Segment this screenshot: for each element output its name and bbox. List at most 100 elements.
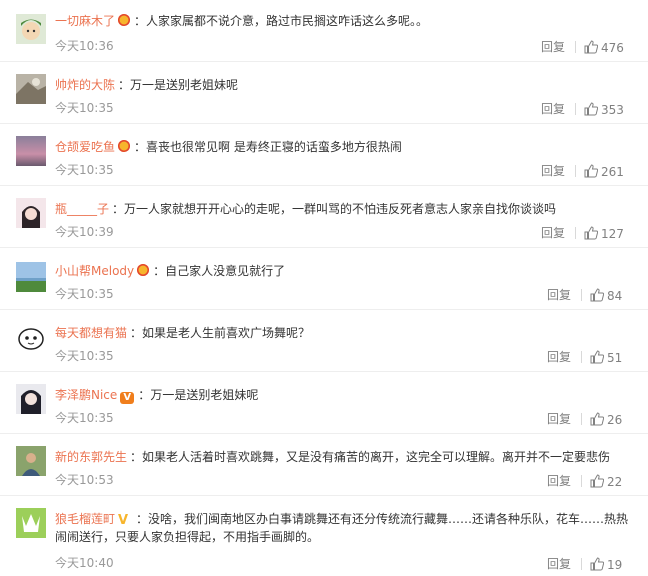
like-count: 127	[601, 227, 624, 241]
comment-time: 今天10:40	[55, 556, 114, 570]
like-count: 261	[601, 165, 624, 179]
avatar[interactable]	[16, 324, 46, 354]
like-count: 22	[607, 475, 623, 489]
thumbs-up-icon	[590, 350, 605, 364]
divider	[575, 41, 576, 53]
avatar[interactable]	[16, 508, 46, 538]
avatar[interactable]	[16, 384, 46, 414]
comment-item: 仓颉爱吃鱼 ：喜丧也很常见啊 是寿终正寝的话蛮多地方很热闹 今天10:35 回复 …	[0, 124, 648, 186]
comment-line: 每天都想有猫 ：如果是老人生前喜欢广场舞呢？	[55, 324, 638, 342]
divider	[575, 227, 576, 239]
reply-button[interactable]: 回复	[547, 474, 571, 488]
reply-button[interactable]: 回复	[541, 226, 565, 240]
username-link[interactable]: 每天都想有猫	[55, 326, 127, 340]
comment-text: 自己家人没意见就行了	[165, 264, 286, 278]
colon-separator: ：	[118, 78, 131, 92]
comment-time: 今天10:39	[55, 225, 114, 239]
colon-separator: ：	[136, 512, 149, 526]
comment-line: 一切麻木了 ：人家家属都不说介意，路过市民搁这咋话这么多呢。。	[55, 12, 638, 30]
comment-item: 小山帮Melody ：自己家人没意见就行了 今天10:35 回复 84	[0, 248, 648, 310]
username-link[interactable]: 一切麻木了	[55, 14, 115, 28]
comment-time: 今天10:35	[55, 287, 114, 301]
comment-time: 今天10:36	[55, 39, 114, 53]
thumbs-up-icon	[590, 557, 605, 571]
comment-time: 今天10:35	[55, 101, 114, 115]
avatar[interactable]	[16, 262, 46, 292]
crown-badge-icon	[137, 264, 150, 276]
thumbs-up-icon	[590, 412, 605, 426]
comment-text: 万一人家就想开开心心的走呢，一群叫骂的不怕违反死者意志人家亲自找你谈谈吗	[124, 202, 557, 216]
comment-line: 小山帮Melody ：自己家人没意见就行了	[55, 262, 638, 280]
like-button[interactable]: 22	[590, 474, 622, 489]
thumbs-up-icon	[584, 40, 599, 54]
like-button[interactable]: 26	[590, 412, 622, 427]
verified-badge-icon: V	[118, 513, 129, 528]
divider	[581, 475, 582, 487]
divider	[575, 103, 576, 115]
username-link[interactable]: 瓶_____子	[55, 202, 109, 216]
username-link[interactable]: 帅炸的大陈	[55, 78, 115, 92]
reply-button[interactable]: 回复	[541, 164, 565, 178]
colon-separator: ：	[153, 264, 166, 278]
thumbs-up-icon	[584, 226, 599, 240]
thumbs-up-icon	[584, 164, 599, 178]
comment-line: 瓶_____子 ：万一人家就想开开心心的走呢，一群叫骂的不怕违反死者意志人家亲自找…	[55, 200, 638, 218]
colon-separator: ：	[134, 14, 147, 28]
reply-button[interactable]: 回复	[541, 40, 565, 54]
like-button[interactable]: 261	[584, 164, 624, 179]
like-count: 51	[607, 351, 623, 365]
avatar[interactable]	[16, 198, 46, 228]
username-link[interactable]: 李泽鹏Nice	[55, 388, 117, 402]
comment-item: 李泽鹏Nice V ：万一是送别老姐妹呢 今天10:35 回复 26	[0, 372, 648, 434]
username-link[interactable]: 新的东郭先生	[55, 450, 127, 464]
like-button[interactable]: 127	[584, 226, 624, 241]
comment-item: 狼毛榴莲町 V ：没啥，我们闽南地区办白事请跳舞还有还分传统流行藏舞……还请各种乐队…	[0, 496, 648, 576]
comment-line: 李泽鹏Nice V ：万一是送别老姐妹呢	[55, 386, 638, 404]
comment-item: 每天都想有猫 ：如果是老人生前喜欢广场舞呢？ 今天10:35 回复 51	[0, 310, 648, 372]
comment-item: 瓶_____子 ：万一人家就想开开心心的走呢，一群叫骂的不怕违反死者意志人家亲自找…	[0, 186, 648, 248]
comment-line: 新的东郭先生 ：如果老人活着时喜欢跳舞，又是没有痛苦的离开，这完全可以理解。离开并…	[55, 448, 638, 466]
reply-button[interactable]: 回复	[547, 412, 571, 426]
colon-separator: ：	[130, 326, 143, 340]
reply-button[interactable]: 回复	[547, 350, 571, 364]
crown-badge-icon	[118, 140, 131, 152]
comment-time: 今天10:53	[55, 473, 114, 487]
like-count: 26	[607, 413, 623, 427]
crown-badge-icon	[118, 14, 131, 26]
avatar[interactable]	[16, 136, 46, 166]
divider	[581, 289, 582, 301]
like-count: 353	[601, 103, 624, 117]
comment-line: 仓颉爱吃鱼 ：喜丧也很常见啊 是寿终正寝的话蛮多地方很热闹	[55, 138, 638, 156]
thumbs-up-icon	[590, 474, 605, 488]
reply-button[interactable]: 回复	[547, 557, 571, 571]
thumbs-up-icon	[584, 102, 599, 116]
like-button[interactable]: 84	[590, 288, 622, 303]
username-link[interactable]: 仓颉爱吃鱼	[55, 140, 115, 154]
comment-text: 如果是老人生前喜欢广场舞呢？	[142, 326, 311, 340]
colon-separator: ：	[130, 450, 143, 464]
comment-text: 如果老人活着时喜欢跳舞，又是没有痛苦的离开，这完全可以理解。离开并不一定要悲伤	[142, 450, 611, 464]
colon-separator: ：	[112, 202, 125, 216]
comment-text: 喜丧也很常见啊 是寿终正寝的话蛮多地方很热闹	[146, 140, 402, 154]
avatar[interactable]	[16, 74, 46, 104]
divider	[581, 351, 582, 363]
username-link[interactable]: 小山帮Melody	[55, 264, 134, 278]
like-button[interactable]: 476	[584, 40, 624, 55]
comment-item: 一切麻木了 ：人家家属都不说介意，路过市民搁这咋话这么多呢。。 今天10:36 回…	[0, 0, 648, 62]
vip-badge-icon: V	[120, 392, 135, 404]
divider	[575, 165, 576, 177]
comment-text: 万一是送别老姐妹呢	[150, 388, 259, 402]
divider	[581, 558, 582, 570]
like-button[interactable]: 353	[584, 102, 624, 117]
reply-button[interactable]: 回复	[547, 288, 571, 302]
comment-line: 帅炸的大陈 ：万一是送别老姐妹呢	[55, 76, 638, 94]
like-button[interactable]: 19	[590, 557, 622, 572]
avatar[interactable]	[16, 446, 46, 476]
thumbs-up-icon	[590, 288, 605, 302]
reply-button[interactable]: 回复	[541, 102, 565, 116]
like-button[interactable]: 51	[590, 350, 622, 365]
avatar[interactable]	[16, 14, 46, 44]
colon-separator: ：	[138, 388, 151, 402]
username-link[interactable]: 狼毛榴莲町	[55, 512, 115, 526]
comment-item: 帅炸的大陈 ：万一是送别老姐妹呢 今天10:35 回复 353	[0, 62, 648, 124]
